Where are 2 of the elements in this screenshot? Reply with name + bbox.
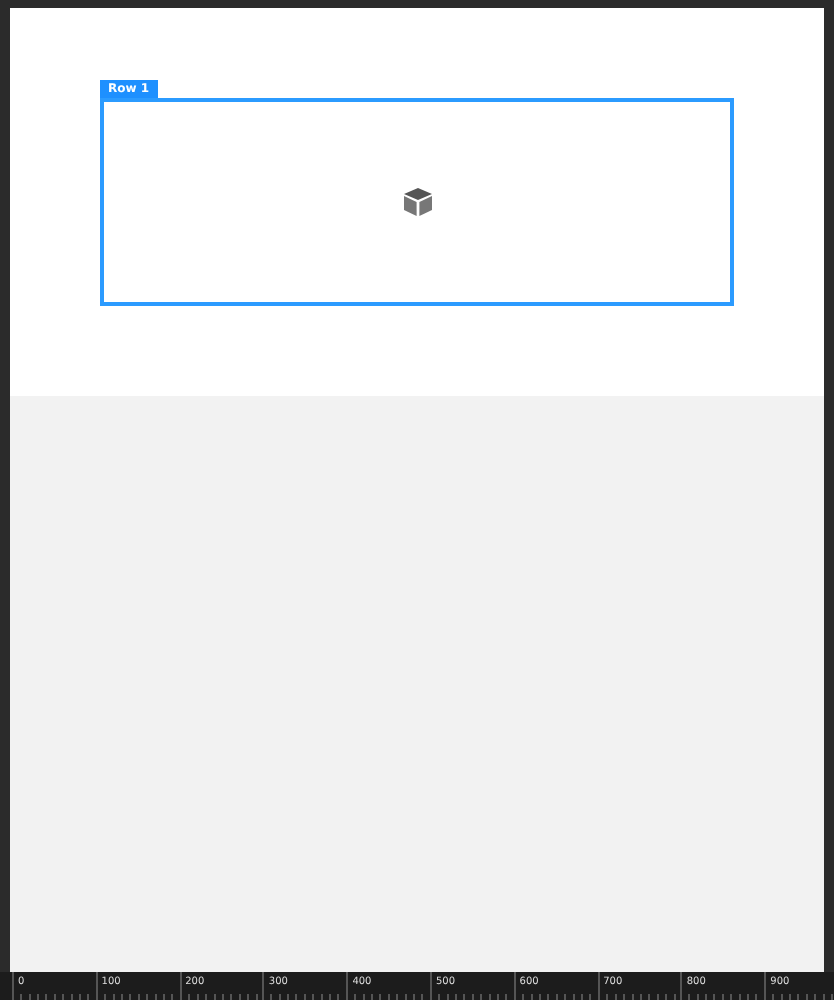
row-container[interactable] — [100, 98, 734, 306]
cube-icon — [401, 186, 433, 218]
